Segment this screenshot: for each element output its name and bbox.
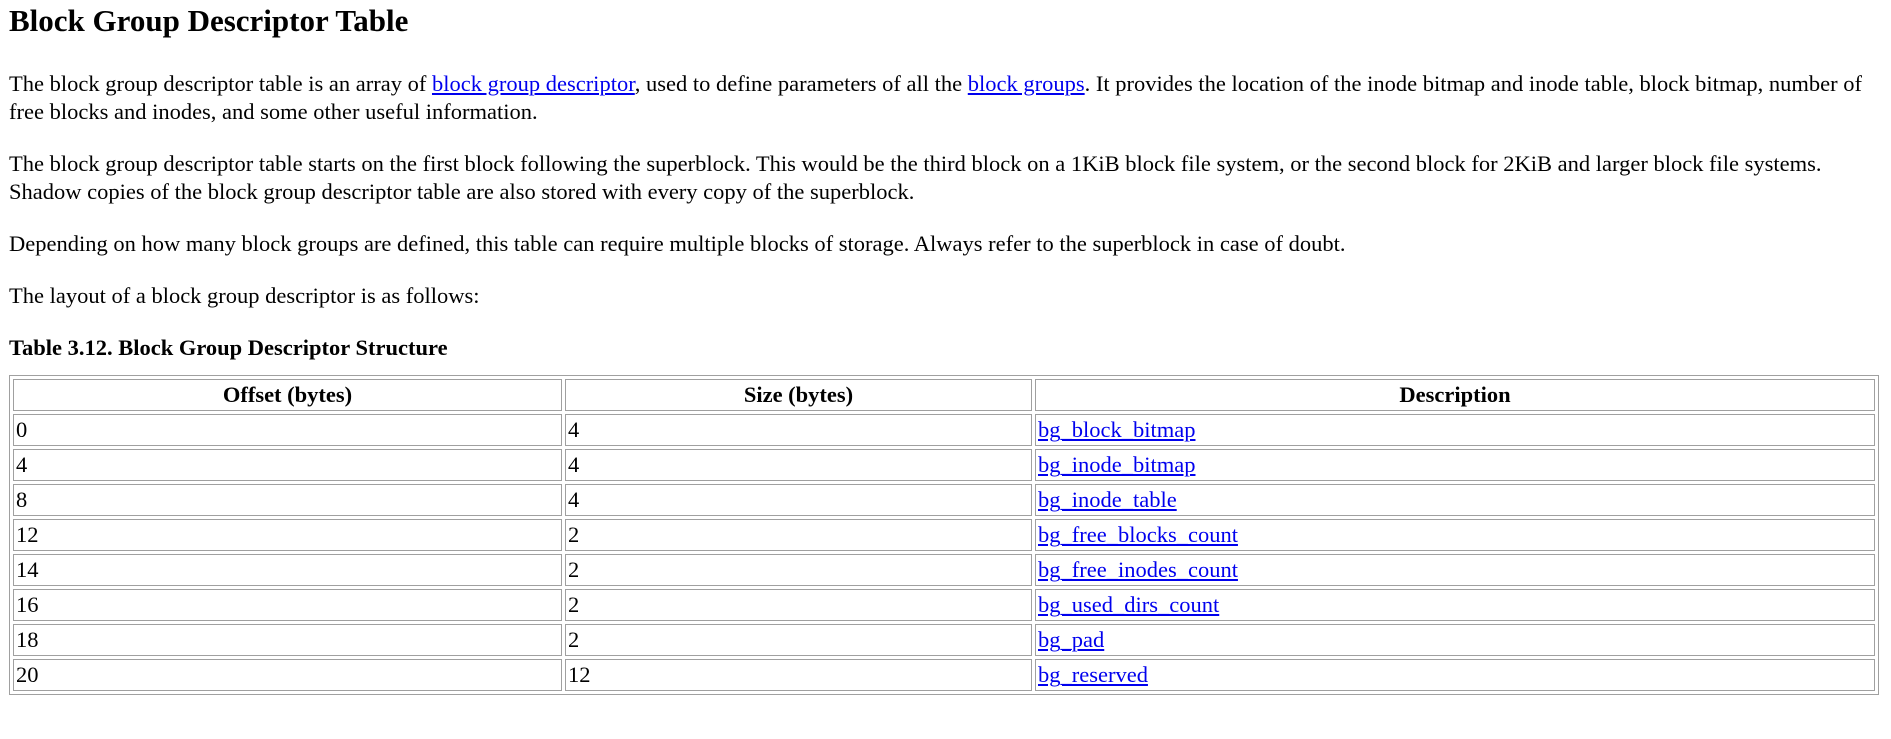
offset-cell: 14: [13, 554, 562, 586]
header-offset: Offset (bytes): [13, 379, 562, 411]
size-cell: 4: [565, 414, 1032, 446]
size-cell: 2: [565, 624, 1032, 656]
field-link[interactable]: bg_inode_bitmap: [1038, 452, 1195, 477]
header-description: Description: [1035, 379, 1875, 411]
table-row: 0 4 bg_block_bitmap: [13, 414, 1875, 446]
table-caption: Table 3.12. Block Group Descriptor Struc…: [9, 335, 448, 360]
field-link[interactable]: bg_reserved: [1038, 662, 1148, 687]
storage-paragraph: Depending on how many block groups are d…: [9, 231, 1346, 256]
field-link[interactable]: bg_block_bitmap: [1038, 417, 1195, 442]
description-cell: bg_free_blocks_count: [1035, 519, 1875, 551]
table-row: 20 12 bg_reserved: [13, 659, 1875, 691]
block-group-descriptor-link[interactable]: block group descriptor: [432, 71, 635, 96]
offset-cell: 20: [13, 659, 562, 691]
offset-cell: 0: [13, 414, 562, 446]
intro-text-1: The block group descriptor table is an a…: [9, 71, 432, 96]
header-size: Size (bytes): [565, 379, 1032, 411]
layout-paragraph: The layout of a block group descriptor i…: [9, 283, 480, 308]
offset-cell: 4: [13, 449, 562, 481]
description-cell: bg_free_inodes_count: [1035, 554, 1875, 586]
page-title: Block Group Descriptor Table: [9, 3, 409, 38]
description-cell: bg_reserved: [1035, 659, 1875, 691]
table-row: 8 4 bg_inode_table: [13, 484, 1875, 516]
block-group-descriptor-table: Offset (bytes) Size (bytes) Description …: [9, 375, 1879, 695]
size-cell: 2: [565, 554, 1032, 586]
offset-cell: 16: [13, 589, 562, 621]
block-groups-link[interactable]: block groups: [968, 71, 1085, 96]
description-cell: bg_block_bitmap: [1035, 414, 1875, 446]
location-paragraph: The block group descriptor table starts …: [9, 151, 1822, 204]
intro-text-2: , used to define parameters of all the: [634, 71, 968, 96]
field-link[interactable]: bg_free_blocks_count: [1038, 522, 1238, 547]
table-header-row: Offset (bytes) Size (bytes) Description: [13, 379, 1875, 411]
field-link[interactable]: bg_used_dirs_count: [1038, 592, 1219, 617]
size-cell: 4: [565, 449, 1032, 481]
intro-paragraph: The block group descriptor table is an a…: [9, 70, 1882, 126]
description-cell: bg_pad: [1035, 624, 1875, 656]
description-cell: bg_inode_table: [1035, 484, 1875, 516]
table-row: 18 2 bg_pad: [13, 624, 1875, 656]
size-cell: 4: [565, 484, 1032, 516]
document-page: Block Group Descriptor Table The block g…: [0, 0, 1891, 695]
size-cell: 12: [565, 659, 1032, 691]
size-cell: 2: [565, 589, 1032, 621]
offset-cell: 8: [13, 484, 562, 516]
table-row: 16 2 bg_used_dirs_count: [13, 589, 1875, 621]
table-row: 14 2 bg_free_inodes_count: [13, 554, 1875, 586]
offset-cell: 18: [13, 624, 562, 656]
offset-cell: 12: [13, 519, 562, 551]
field-link[interactable]: bg_pad: [1038, 627, 1104, 652]
field-link[interactable]: bg_inode_table: [1038, 487, 1177, 512]
field-link[interactable]: bg_free_inodes_count: [1038, 557, 1238, 582]
description-cell: bg_inode_bitmap: [1035, 449, 1875, 481]
table-row: 12 2 bg_free_blocks_count: [13, 519, 1875, 551]
table-row: 4 4 bg_inode_bitmap: [13, 449, 1875, 481]
size-cell: 2: [565, 519, 1032, 551]
description-cell: bg_used_dirs_count: [1035, 589, 1875, 621]
